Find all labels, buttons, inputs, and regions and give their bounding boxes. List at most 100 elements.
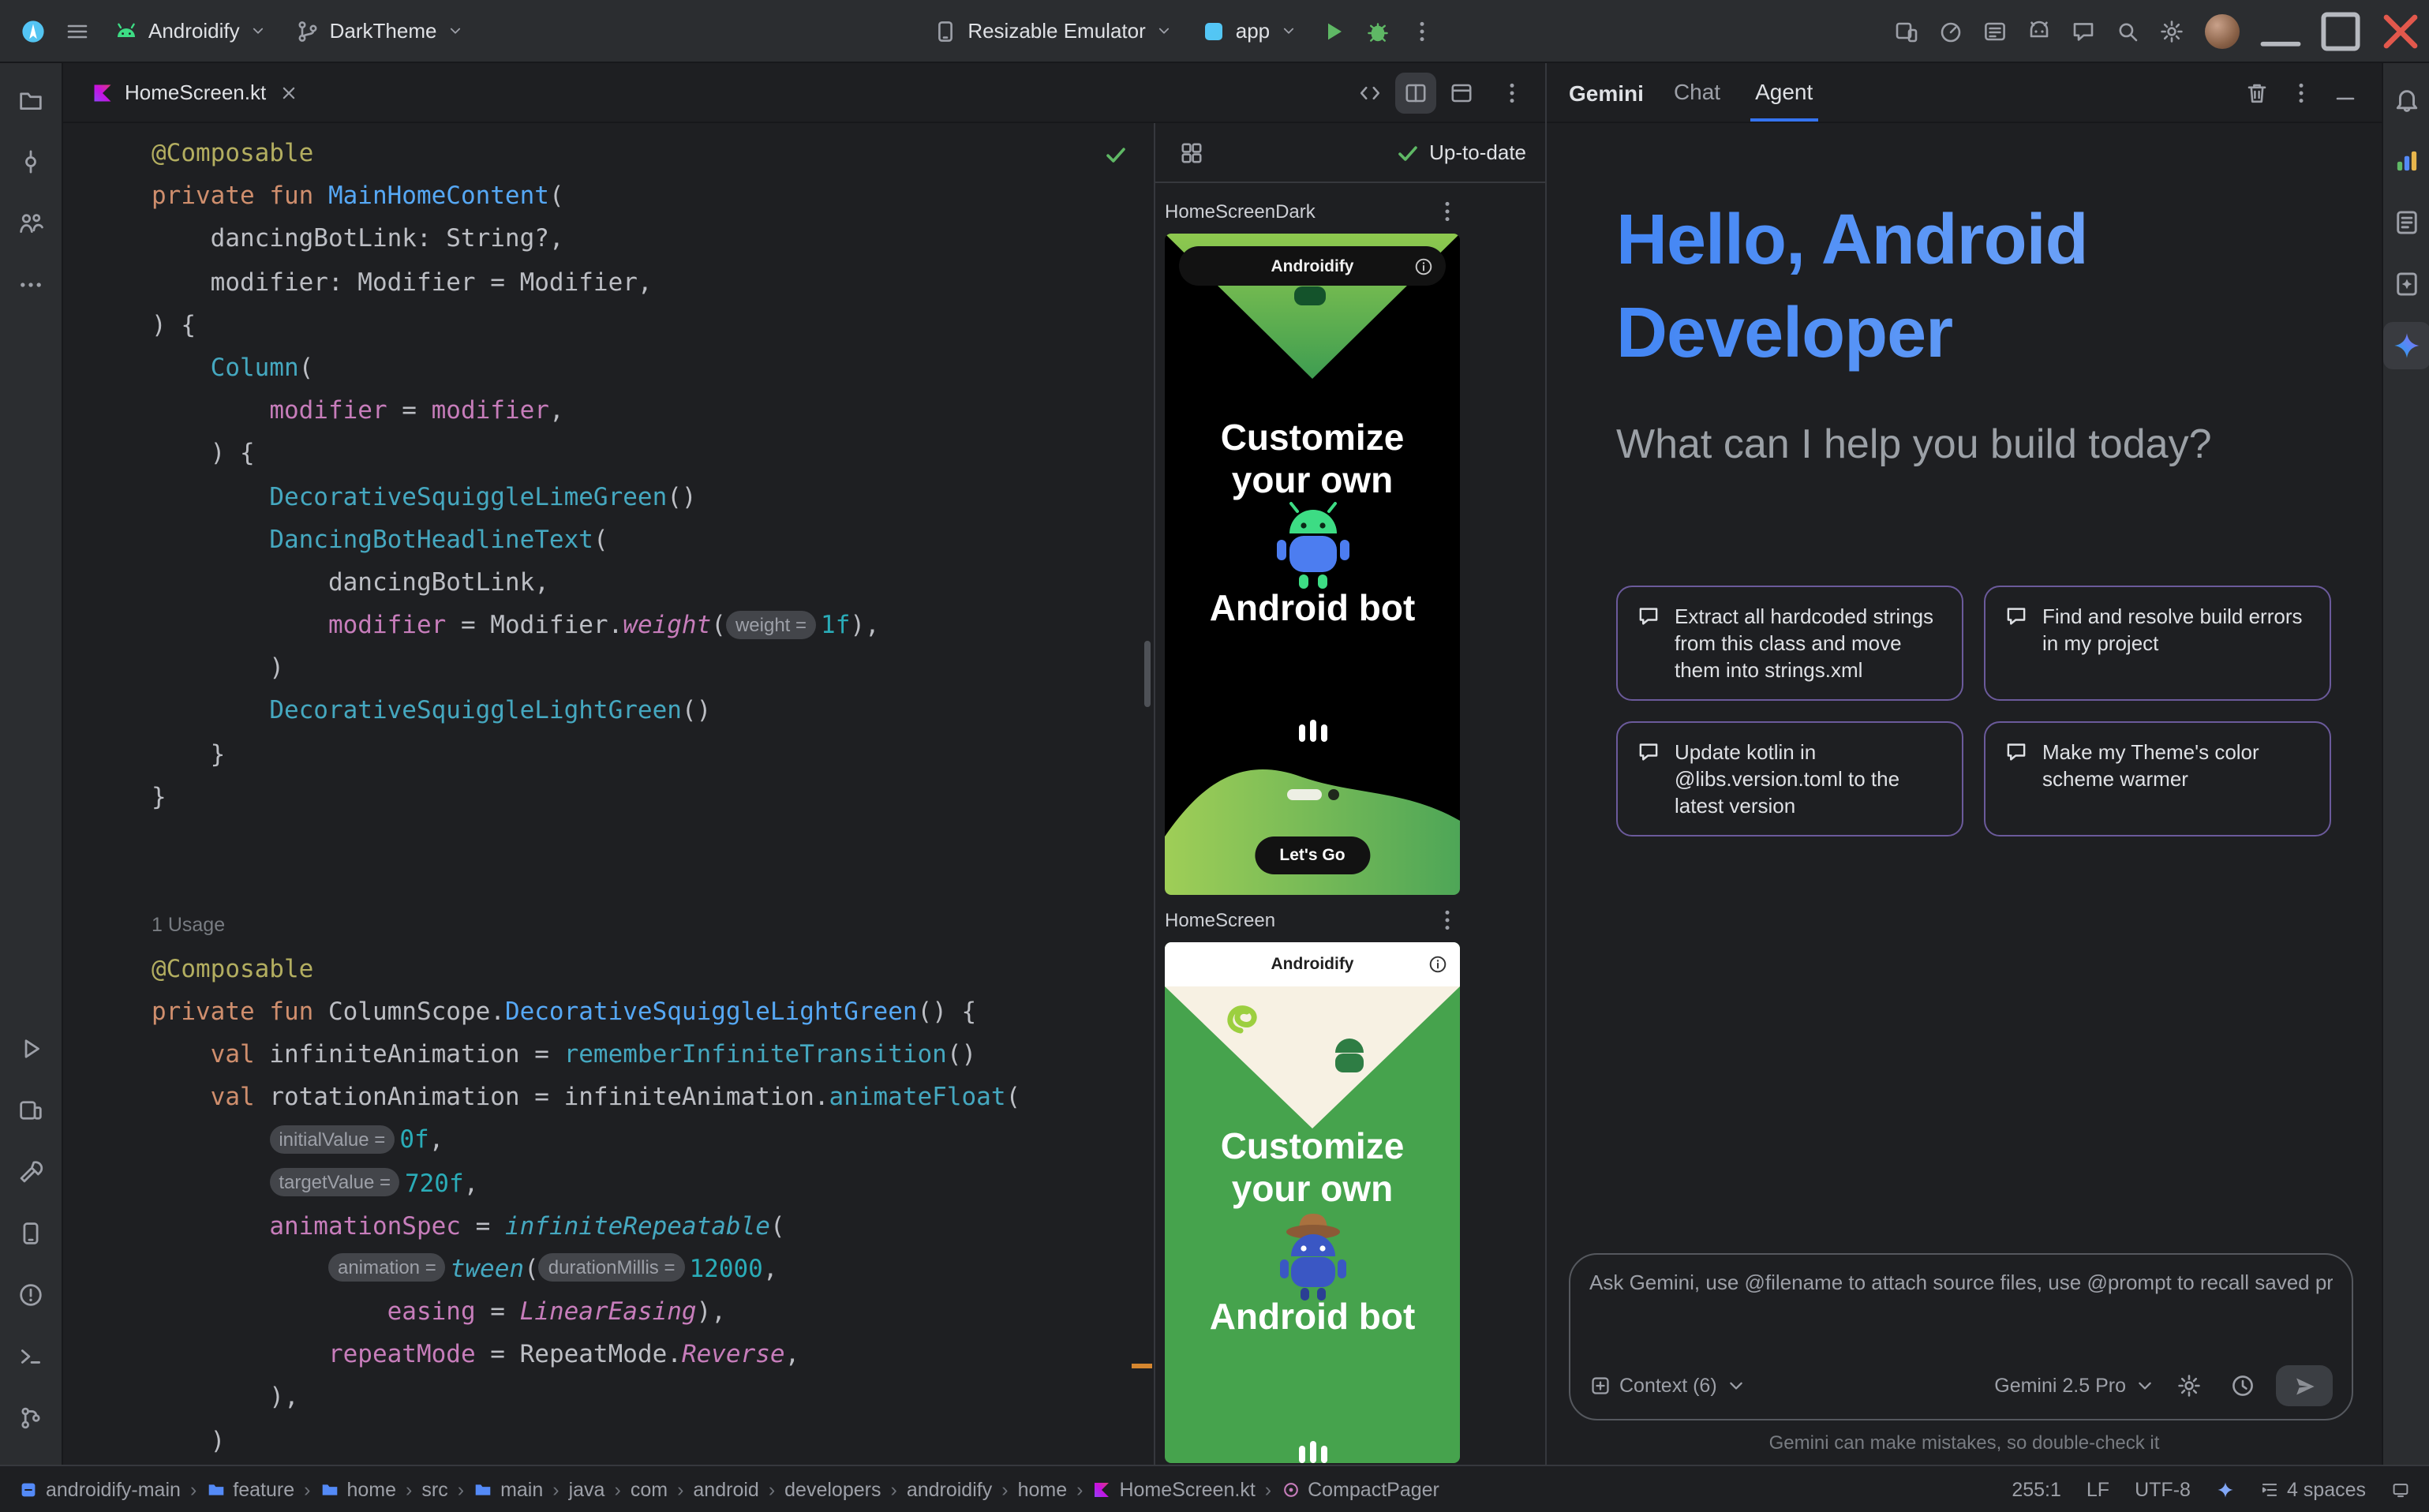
preview-scroll-area[interactable]: HomeScreenDark xyxy=(1155,183,1545,1465)
breadcrumb-item[interactable]: CompactPager xyxy=(1281,1478,1439,1500)
info-icon[interactable] xyxy=(1428,955,1447,974)
device-selector[interactable]: Resizable Emulator xyxy=(920,10,1185,51)
suggestion-text: Extract all hardcoded strings from this … xyxy=(1675,603,1943,683)
run-config-selector[interactable]: app xyxy=(1188,10,1309,51)
preview-phone-dark[interactable]: Androidify Customize your own xyxy=(1165,234,1460,895)
file-encoding[interactable]: UTF-8 xyxy=(2135,1478,2191,1500)
debug-icon[interactable] xyxy=(1357,10,1398,51)
breadcrumb-separator: › xyxy=(458,1478,464,1500)
avatar[interactable] xyxy=(2205,13,2240,48)
run-tool-icon[interactable] xyxy=(7,1024,54,1072)
screen-reader-toggle[interactable] xyxy=(2391,1480,2410,1499)
preview-item-homescreendark: HomeScreenDark xyxy=(1165,199,1545,895)
preview-phone-light[interactable]: Androidify xyxy=(1165,942,1460,1463)
breadcrumb-item[interactable]: java xyxy=(569,1478,605,1500)
suggestion-card[interactable]: Find and resolve build errors in my proj… xyxy=(1984,586,2331,701)
breadcrumb-item[interactable]: com xyxy=(631,1478,668,1500)
user-feedback-icon[interactable] xyxy=(2063,10,2104,51)
code-line: ) xyxy=(152,648,1154,691)
close-tab-icon[interactable] xyxy=(277,81,299,103)
breadcrumb-item[interactable]: androidify-main xyxy=(19,1478,181,1500)
studio-bot-icon[interactable] xyxy=(2019,10,2060,51)
search-icon[interactable] xyxy=(2107,10,2148,51)
problems-icon[interactable] xyxy=(7,1271,54,1318)
breadcrumb-item[interactable]: main xyxy=(473,1478,543,1500)
device-manager-icon[interactable] xyxy=(7,1209,54,1256)
breadcrumb-item[interactable]: developers xyxy=(784,1478,881,1500)
code-view-icon[interactable] xyxy=(1349,72,1390,113)
version-control-icon[interactable] xyxy=(7,1394,54,1441)
ai-status[interactable] xyxy=(2216,1480,2235,1499)
tab-agent[interactable]: Agent xyxy=(1750,63,1817,122)
tab-homescreen-kt[interactable]: HomeScreen.kt xyxy=(76,63,315,122)
branch-selector[interactable]: DarkTheme xyxy=(283,10,477,51)
suggestion-card[interactable]: Extract all hardcoded strings from this … xyxy=(1616,586,1963,701)
design-view-icon[interactable] xyxy=(1441,72,1482,113)
code-editor[interactable]: @Composableprivate fun MainHomeContent( … xyxy=(63,123,1154,1465)
preview-bot-label: Android bot xyxy=(1165,1296,1460,1338)
running-devices-icon[interactable] xyxy=(7,1086,54,1133)
send-button[interactable] xyxy=(2276,1365,2333,1406)
gemini-prompt-input[interactable] xyxy=(1589,1271,2333,1365)
device-explorer-icon[interactable] xyxy=(2382,199,2429,246)
breadcrumb-item[interactable]: android xyxy=(693,1478,758,1500)
breadcrumb-item[interactable]: androidify xyxy=(907,1478,992,1500)
maximize-icon[interactable] xyxy=(2312,0,2369,62)
history-icon[interactable] xyxy=(2222,1365,2263,1406)
split-view-icon[interactable] xyxy=(1395,72,1436,113)
indentation[interactable]: 4 spaces xyxy=(2260,1478,2366,1500)
main-menu-icon[interactable] xyxy=(57,10,98,51)
screen-icon xyxy=(2391,1480,2410,1499)
profiler-icon[interactable] xyxy=(1930,10,1971,51)
tab-chat[interactable]: Chat xyxy=(1669,63,1725,122)
breadcrumb-item[interactable]: HomeScreen.kt xyxy=(1092,1478,1255,1500)
inlay-hint: targetValue = xyxy=(269,1168,400,1196)
preview-layout-icon[interactable] xyxy=(1171,132,1212,173)
code-line xyxy=(152,862,1154,904)
breadcrumb-item[interactable]: home xyxy=(320,1478,396,1500)
more-vertical-icon[interactable] xyxy=(2281,72,2322,113)
suggestion-card[interactable]: Make my Theme's color scheme warmer xyxy=(1984,721,2331,836)
bot-feet-glyph xyxy=(1297,1441,1328,1463)
terminal-icon[interactable] xyxy=(7,1332,54,1379)
info-icon[interactable] xyxy=(1414,256,1433,275)
context-icon xyxy=(1589,1375,1611,1397)
inspection-ok-icon[interactable] xyxy=(1103,142,1128,167)
settings-icon[interactable] xyxy=(2151,10,2192,51)
breadcrumb-item[interactable]: src xyxy=(421,1478,447,1500)
code-line: val infiniteAnimation = rememberInfinite… xyxy=(152,1034,1154,1076)
more-horizontal-icon[interactable] xyxy=(7,260,54,308)
minimize-panel-icon[interactable] xyxy=(2325,72,2366,113)
assistant-doc-icon[interactable] xyxy=(2382,260,2429,308)
suggestion-card[interactable]: Update kotlin in @libs.version.toml to t… xyxy=(1616,721,1963,836)
profiler-colored-icon[interactable] xyxy=(2382,137,2429,185)
minimize-icon[interactable] xyxy=(2252,0,2309,62)
android-studio-window: Androidify DarkTheme Resizable Emulator … xyxy=(0,0,2429,1512)
project-folder-icon[interactable] xyxy=(7,76,54,123)
more-vertical-icon[interactable] xyxy=(1401,10,1442,51)
tab-options-icon[interactable] xyxy=(1491,72,1533,113)
breadcrumb-item[interactable]: home xyxy=(1018,1478,1068,1500)
line-separator[interactable]: LF xyxy=(2087,1478,2109,1500)
preview-title: HomeScreen xyxy=(1165,909,1275,931)
context-selector[interactable]: Context (6) xyxy=(1589,1375,1747,1397)
model-selector[interactable]: Gemini 2.5 Pro xyxy=(1994,1375,2156,1397)
trash-icon[interactable] xyxy=(2236,72,2277,113)
close-icon[interactable] xyxy=(2372,0,2429,62)
project-selector[interactable]: Androidify xyxy=(101,10,279,51)
commit-icon[interactable] xyxy=(7,137,54,185)
device-streaming-icon[interactable] xyxy=(1886,10,1927,51)
editor-scrollbar[interactable] xyxy=(1144,641,1151,707)
preview-menu-icon[interactable] xyxy=(1435,199,1460,224)
breadcrumb-item[interactable]: feature xyxy=(206,1478,294,1500)
lets-go-button[interactable]: Let's Go xyxy=(1254,836,1370,874)
gemini-settings-icon[interactable] xyxy=(2169,1365,2210,1406)
build-icon[interactable] xyxy=(7,1147,54,1195)
run-icon[interactable] xyxy=(1312,10,1353,51)
caret-position[interactable]: 255:1 xyxy=(2012,1478,2061,1500)
gemini-star-icon[interactable] xyxy=(2382,322,2429,369)
logcat-icon[interactable] xyxy=(1974,10,2015,51)
pull-requests-icon[interactable] xyxy=(7,199,54,246)
preview-menu-icon[interactable] xyxy=(1435,908,1460,933)
notifications-icon[interactable] xyxy=(2382,76,2429,123)
